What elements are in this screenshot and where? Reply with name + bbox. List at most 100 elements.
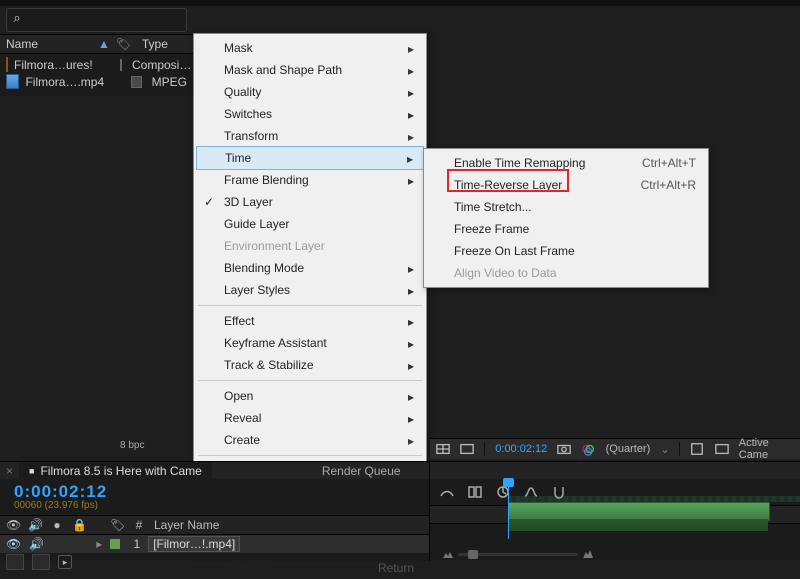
menu-item-label: Quality bbox=[224, 85, 261, 99]
menu-item-enable-time-remapping[interactable]: Enable Time Remapping Ctrl+Alt+T bbox=[426, 152, 706, 174]
viewer-controls: 0:00:02:12 (Quarter) ⌄ Active Came bbox=[430, 438, 800, 459]
menu-item-label: Reveal bbox=[224, 411, 261, 425]
menu-item-guide-layer[interactable]: Guide Layer bbox=[196, 213, 424, 235]
col-name[interactable]: Name bbox=[6, 37, 92, 51]
check-icon: ✓ bbox=[204, 195, 214, 209]
shy-icon[interactable] bbox=[438, 484, 456, 500]
menu-item-create[interactable]: Create▸ bbox=[196, 429, 424, 451]
expand-arrow-icon[interactable]: ▸ bbox=[96, 537, 102, 551]
menu-item-transform[interactable]: Transform▸ bbox=[196, 125, 424, 147]
menu-item-switches[interactable]: Switches▸ bbox=[196, 103, 424, 125]
frame-and-fps: 00060 (23.976 fps) bbox=[0, 500, 429, 511]
search-icon: ⌕ bbox=[7, 10, 27, 26]
menu-item-freeze-frame[interactable]: Freeze Frame bbox=[426, 218, 706, 240]
menu-item-blending-mode[interactable]: Blending Mode▸ bbox=[196, 257, 424, 279]
project-row[interactable]: Filmora…ures! Composi… bbox=[0, 56, 193, 73]
menu-item-label: Keyframe Assistant bbox=[224, 336, 327, 350]
active-camera-dropdown[interactable]: Active Came bbox=[739, 437, 794, 461]
layername-header[interactable]: Layer Name bbox=[154, 518, 219, 532]
tab-render-queue[interactable]: Render Queue bbox=[312, 462, 411, 480]
menu-separator bbox=[198, 305, 422, 306]
menu-item-label: Layer Styles bbox=[224, 283, 290, 297]
submenu-arrow-icon: ▸ bbox=[408, 174, 414, 188]
zoom-handle[interactable] bbox=[468, 550, 478, 559]
menu-item-label: Environment Layer bbox=[224, 239, 325, 253]
label-color[interactable] bbox=[131, 76, 141, 88]
zoom-in-icon bbox=[582, 549, 594, 559]
menu-item-label: Align Video to Data bbox=[454, 266, 557, 280]
menu-item-mask-and-shape-path[interactable]: Mask and Shape Path▸ bbox=[196, 59, 424, 81]
submenu-arrow-icon: ▸ bbox=[408, 434, 414, 448]
audio-header-icon: 🔊 bbox=[28, 518, 42, 532]
timeline-zoom[interactable] bbox=[438, 549, 598, 559]
toggle-switches-icon[interactable] bbox=[6, 554, 24, 570]
layer-label-color[interactable] bbox=[110, 539, 120, 549]
grid-icon[interactable] bbox=[436, 442, 450, 456]
tab-label: Filmora 8.5 is Here with Came bbox=[40, 464, 201, 478]
submenu-arrow-icon: ▸ bbox=[408, 359, 414, 373]
submenu-arrow-icon: ▸ bbox=[408, 390, 414, 404]
project-row[interactable]: Filmora….mp4 MPEG bbox=[0, 73, 193, 90]
project-search[interactable]: ⌕ bbox=[6, 8, 187, 32]
submenu-arrow-icon: ▸ bbox=[408, 86, 414, 100]
sort-asc-icon[interactable]: ▲ bbox=[98, 37, 110, 51]
menu-item-mask[interactable]: Mask▸ bbox=[196, 37, 424, 59]
submenu-arrow-icon: ▸ bbox=[408, 337, 414, 351]
index-header: # bbox=[132, 518, 146, 532]
frame-blend-icon[interactable] bbox=[466, 484, 484, 500]
menu-item-layer-styles[interactable]: Layer Styles ▸ bbox=[196, 279, 424, 301]
menu-item-label: Effect bbox=[224, 314, 254, 328]
menu-hotkey: Ctrl+Alt+T bbox=[642, 156, 696, 170]
submenu-arrow-icon: ▸ bbox=[408, 130, 414, 144]
timeline-panel: :00s 00:15s bbox=[430, 479, 800, 561]
view-icon[interactable] bbox=[715, 442, 729, 456]
menu-item-freeze-on-last-frame[interactable]: Freeze On Last Frame bbox=[426, 240, 706, 262]
video-file-icon bbox=[6, 74, 19, 89]
menu-item-open[interactable]: Open▸ bbox=[196, 385, 424, 407]
zoom-out-icon bbox=[442, 549, 454, 559]
submenu-arrow-icon: ▸ bbox=[408, 412, 414, 426]
audio-toggle[interactable]: 🔊 bbox=[29, 537, 44, 551]
menu-item-label: Freeze Frame bbox=[454, 222, 529, 236]
guides-icon[interactable] bbox=[460, 442, 474, 456]
layer-row[interactable]: 👁 🔊 ▸ 1 [Filmor…!.mp4] bbox=[0, 535, 429, 553]
transparency-grid-icon[interactable] bbox=[690, 442, 704, 456]
expand-transfer-icon[interactable]: ▸ bbox=[58, 555, 72, 569]
current-timecode[interactable]: 0:00:02:12 bbox=[0, 479, 429, 502]
toggle-modes-icon[interactable] bbox=[32, 554, 50, 570]
menu-item-reveal[interactable]: Reveal ▸ bbox=[196, 407, 424, 429]
menu-item-frame-blending[interactable]: Frame Blending▸ bbox=[196, 169, 424, 191]
channels-icon[interactable] bbox=[581, 442, 595, 456]
bit-depth-label[interactable]: 8 bpc bbox=[120, 440, 144, 451]
layer-index: 1 bbox=[128, 537, 140, 551]
menu-item-label: Track & Stabilize bbox=[224, 358, 314, 372]
menu-item-3d-layer[interactable]: ✓3D Layer bbox=[196, 191, 424, 213]
tab-composition[interactable]: ■ Filmora 8.5 is Here with Came bbox=[19, 462, 212, 480]
resolution-dropdown[interactable]: (Quarter) bbox=[606, 443, 651, 455]
snapshot-icon[interactable] bbox=[557, 442, 571, 456]
visibility-toggle[interactable]: 👁 bbox=[6, 537, 21, 551]
label-color[interactable] bbox=[120, 59, 122, 71]
menu-item-environment-layer: Environment Layer bbox=[196, 235, 424, 257]
menu-item-quality[interactable]: Quality ▸ bbox=[196, 81, 424, 103]
menu-item-time[interactable]: Time▸ bbox=[196, 146, 424, 170]
submenu-arrow-icon: ▸ bbox=[408, 284, 414, 298]
tab-label: Render Queue bbox=[322, 464, 401, 478]
file-type: Composi… bbox=[132, 58, 191, 72]
menu-item-time-reverse-layer[interactable]: Time-Reverse LayerCtrl+Alt+R bbox=[426, 174, 706, 196]
menu-item-label: Mask and Shape Path bbox=[224, 63, 342, 77]
layer-name[interactable]: [Filmor…!.mp4] bbox=[148, 536, 240, 552]
menu-item-track-stabilize[interactable]: Track & Stabilize ▸ bbox=[196, 354, 424, 376]
label-header-icon: 🏷 bbox=[110, 518, 124, 532]
viewer-timecode[interactable]: 0:00:02:12 bbox=[495, 443, 547, 455]
menu-item-time-stretch-[interactable]: Time Stretch... bbox=[426, 196, 706, 218]
panel-menu-icon[interactable]: × bbox=[6, 464, 13, 478]
project-columns-header: Name ▲ 🏷 Type bbox=[0, 34, 193, 54]
playhead[interactable] bbox=[508, 479, 509, 539]
menu-item-label: Enable Time Remapping bbox=[454, 156, 585, 170]
tag-icon[interactable]: 🏷 bbox=[116, 37, 130, 51]
menu-item-effect[interactable]: Effect ▸ bbox=[196, 310, 424, 332]
submenu-arrow-icon: ▸ bbox=[408, 315, 414, 329]
menu-item-keyframe-assistant[interactable]: Keyframe Assistant ▸ bbox=[196, 332, 424, 354]
col-type[interactable]: Type bbox=[142, 37, 168, 51]
